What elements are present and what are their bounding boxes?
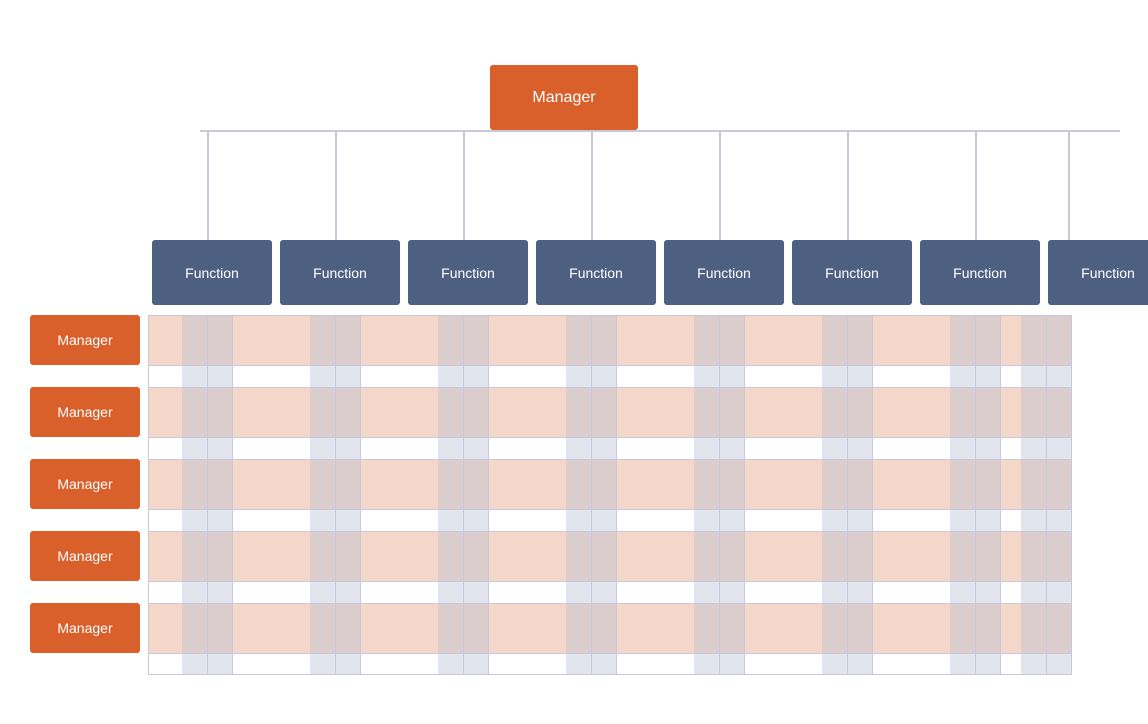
manager-box-4: Manager [30, 531, 140, 581]
top-manager-label: Manager [532, 89, 595, 107]
function-box-5: Function [664, 240, 784, 305]
manager-label-5: Manager [57, 620, 112, 636]
manager-label-3: Manager [57, 476, 112, 492]
function-label-2: Function [313, 265, 367, 281]
func-vline-3 [463, 130, 465, 245]
function-box-6: Function [792, 240, 912, 305]
manager-label-2: Manager [57, 404, 112, 420]
function-label-3: Function [441, 265, 495, 281]
function-label-4: Function [569, 265, 623, 281]
func-vline-1 [207, 130, 209, 245]
func-vline-8 [1068, 130, 1070, 245]
function-label-8: Function [1081, 265, 1135, 281]
grid-border [148, 315, 1072, 675]
managers-column: Manager Manager Manager Manager Manager [30, 315, 140, 653]
func-vline-6 [847, 130, 849, 245]
function-box-1: Function [152, 240, 272, 305]
function-box-4: Function [536, 240, 656, 305]
manager-box-5: Manager [30, 603, 140, 653]
func-vline-4 [591, 130, 593, 245]
manager-box-3: Manager [30, 459, 140, 509]
function-label-1: Function [185, 265, 239, 281]
function-box-7: Function [920, 240, 1040, 305]
function-label-7: Function [953, 265, 1007, 281]
top-horizontal-line [200, 130, 1120, 132]
manager-box-1: Manager [30, 315, 140, 365]
top-manager-box: Manager [490, 65, 638, 130]
function-label-5: Function [697, 265, 751, 281]
diagram-container: Manager Function Function Function Funct… [0, 0, 1148, 724]
function-box-3: Function [408, 240, 528, 305]
func-vline-2 [335, 130, 337, 245]
manager-box-2: Manager [30, 387, 140, 437]
func-vline-7 [975, 130, 977, 245]
function-box-8: Function [1048, 240, 1148, 305]
func-vline-5 [719, 130, 721, 245]
manager-label-1: Manager [57, 332, 112, 348]
function-label-6: Function [825, 265, 879, 281]
functions-row: Function Function Function Function Func… [148, 240, 1148, 305]
manager-label-4: Manager [57, 548, 112, 564]
function-box-2: Function [280, 240, 400, 305]
